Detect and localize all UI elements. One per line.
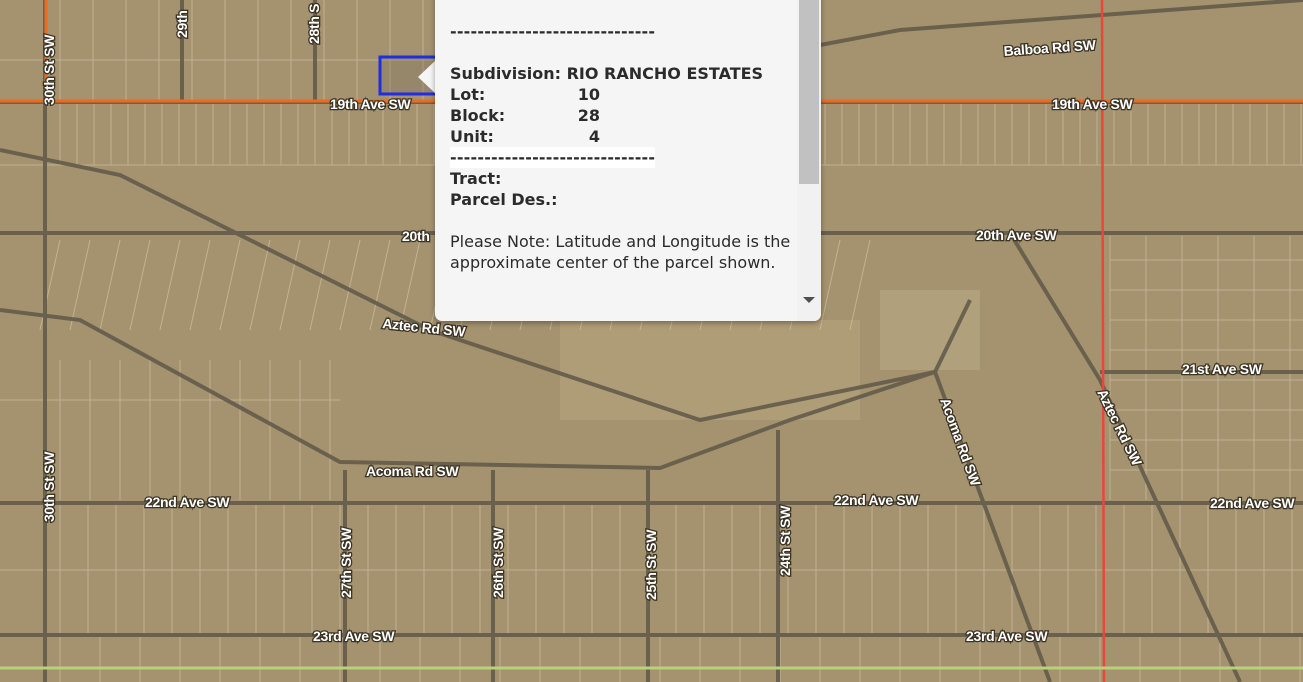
road-label-23rd-ave-left: 23rd Ave SW: [313, 628, 395, 644]
block-label: Block:: [450, 106, 506, 125]
subdivision-row: Subdivision: RIO RANCHO ESTATES: [450, 63, 795, 84]
road-label-acoma-rd: Acoma Rd SW: [366, 463, 459, 479]
road-label-19th-ave-right: 19th Ave SW: [1052, 96, 1134, 112]
tract-row: Tract:: [450, 168, 795, 189]
terrain-clearing: [880, 290, 980, 370]
road-label-20th-ave-right: 20th Ave SW: [976, 227, 1058, 243]
tract-label: Tract:: [450, 169, 502, 188]
popup-content: ------------------------------ Subdivisi…: [450, 0, 795, 273]
road-label-25th-st: 25th St SW: [643, 529, 659, 600]
road-label-30th-st-bottom: 30th St SW: [41, 451, 57, 522]
road-label-28th-st-top: 28th S: [306, 4, 322, 44]
popup-divider-top: ------------------------------: [450, 22, 656, 41]
road-label-23rd-ave-right: 23rd Ave SW: [966, 628, 1048, 644]
parcel-info-popup[interactable]: ------------------------------ Subdivisi…: [435, 0, 821, 321]
road-label-22nd-ave-left: 22nd Ave SW: [145, 494, 230, 510]
scrollbar-thumb[interactable]: [799, 0, 819, 184]
terrain-wash: [560, 320, 860, 420]
parcel-des-row: Parcel Des.:: [450, 189, 795, 210]
unit-value: 4: [588, 127, 600, 146]
subdivision-label: Subdivision:: [450, 64, 562, 83]
road-label-29th-st: 29th: [174, 10, 190, 38]
subdivision-value: RIO RANCHO ESTATES: [566, 64, 764, 83]
scroll-down-arrow-icon[interactable]: [803, 297, 815, 303]
block-value: 28: [577, 106, 600, 125]
road-label-22nd-ave-right: 22nd Ave SW: [1210, 495, 1295, 511]
road-label-27th-st: 27th St SW: [338, 527, 354, 598]
popup-pointer: [418, 60, 436, 94]
parcel-des-label: Parcel Des.:: [450, 190, 558, 209]
lot-label: Lot:: [450, 85, 486, 104]
lot-row: Lot: 10: [450, 84, 795, 105]
road-label-19th-ave-left: 19th Ave SW: [330, 96, 412, 112]
road-label-26th-st: 26th St SW: [490, 527, 506, 598]
popup-scrollbar[interactable]: [797, 0, 821, 321]
popup-divider-middle: ------------------------------: [450, 147, 656, 168]
block-row: Block: 28: [450, 105, 795, 126]
road-label-30th-st-top: 30th St SW: [41, 34, 57, 105]
road-label-22nd-ave-mid: 22nd Ave SW: [834, 492, 919, 508]
lot-value: 10: [577, 85, 600, 104]
road-label-21st-ave: 21st Ave SW: [1182, 361, 1263, 377]
road-label-20th-ave-left: 20th: [402, 228, 430, 244]
unit-row: Unit: 4: [450, 126, 795, 147]
unit-label: Unit:: [450, 127, 494, 146]
road-label-24th-st: 24th St SW: [777, 505, 793, 576]
lat-long-note: Please Note: Latitude and Longitude is t…: [450, 232, 791, 272]
